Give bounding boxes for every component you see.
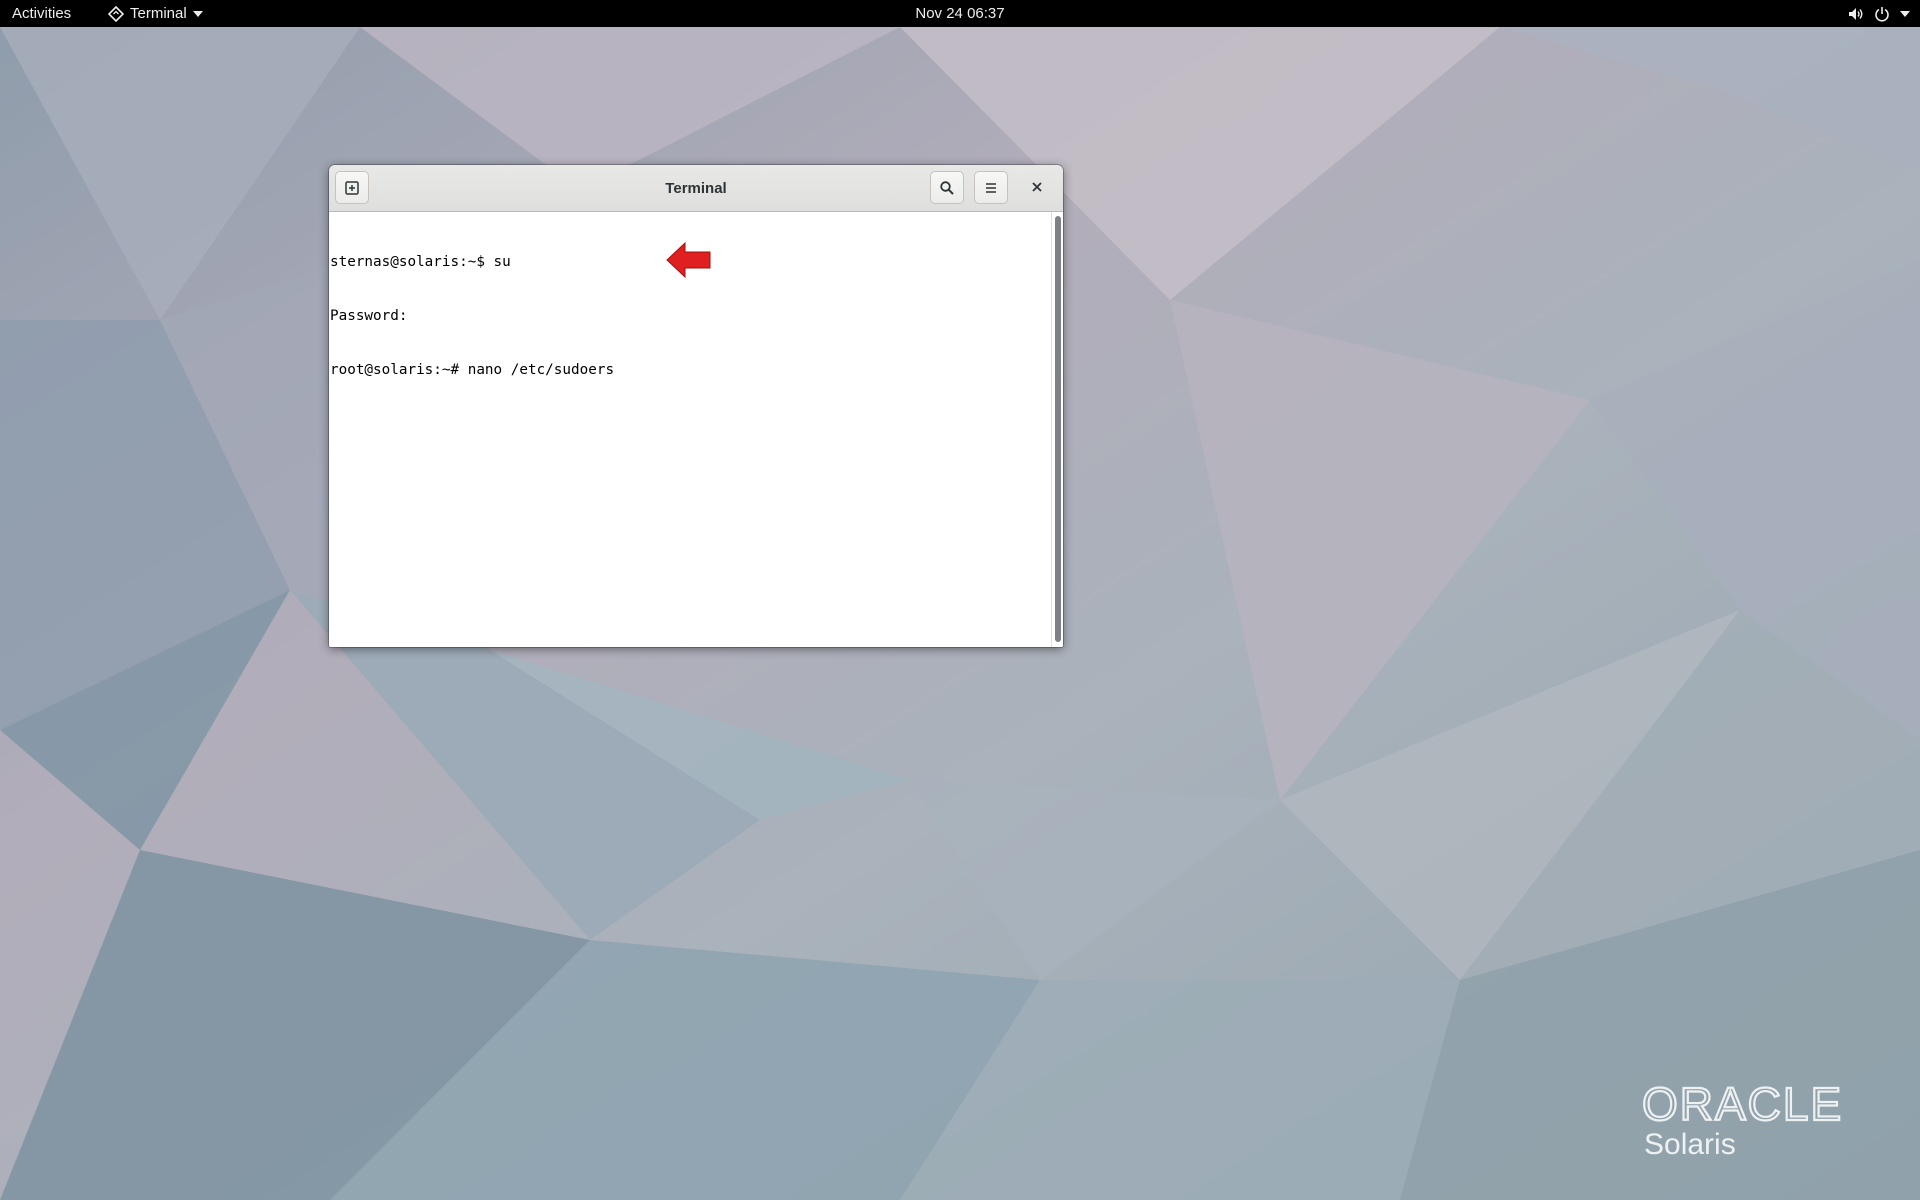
search-button[interactable] xyxy=(930,171,964,204)
power-icon[interactable] xyxy=(1874,6,1890,22)
terminal-app-icon xyxy=(108,5,124,22)
chevron-down-icon[interactable] xyxy=(1900,10,1910,17)
search-icon xyxy=(940,180,954,195)
red-arrow-annotation xyxy=(666,241,711,279)
new-tab-button[interactable] xyxy=(335,171,369,204)
logo-oracle-text: ORACLE xyxy=(1642,1078,1843,1130)
volume-icon[interactable] xyxy=(1848,6,1864,22)
logo-solaris-text: Solaris xyxy=(1644,1128,1736,1161)
chevron-down-icon xyxy=(192,10,203,17)
close-icon xyxy=(1032,182,1042,192)
oracle-solaris-logo: ORACLE Solaris xyxy=(1642,1078,1843,1161)
app-menu-label: Terminal xyxy=(130,5,187,22)
top-bar: Activities Terminal Nov 24 06:37 xyxy=(0,0,1920,27)
terminal-line: root@solaris:~# nano /etc/sudoers xyxy=(330,362,615,378)
app-menu[interactable]: Terminal xyxy=(108,0,203,27)
window-headerbar[interactable]: Terminal xyxy=(329,165,1063,212)
scrollbar-thumb[interactable] xyxy=(1055,216,1061,642)
terminal-line: Password: xyxy=(330,308,408,324)
terminal-window[interactable]: Terminal sternas@solaris:~$ su Password:… xyxy=(329,165,1063,647)
new-tab-icon xyxy=(345,180,359,195)
hamburger-icon xyxy=(986,182,996,193)
scrollbar[interactable] xyxy=(1051,212,1063,647)
clock[interactable]: Nov 24 06:37 xyxy=(915,5,1004,22)
system-tray[interactable] xyxy=(1848,0,1910,27)
close-button[interactable] xyxy=(1022,172,1052,202)
activities-button[interactable]: Activities xyxy=(12,0,71,27)
hamburger-menu-button[interactable] xyxy=(974,171,1008,204)
